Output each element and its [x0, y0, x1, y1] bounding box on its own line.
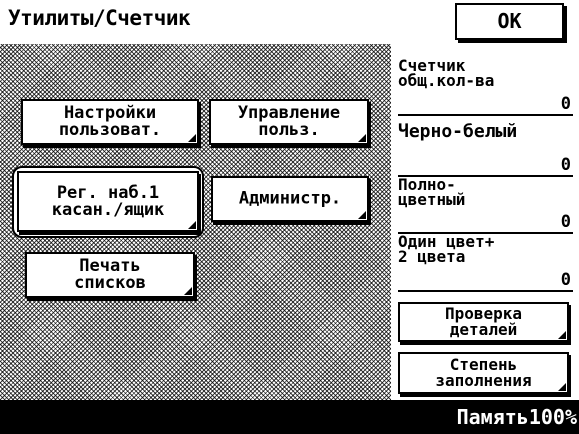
coverage-button[interactable]: Степень заполнения [398, 352, 569, 394]
title-bar: Утилиты/Счетчик OK [0, 0, 579, 44]
page-title: Утилиты/Счетчик [8, 6, 191, 30]
divider [398, 290, 573, 292]
divider [398, 114, 573, 116]
bw-counter-value: 0 [560, 155, 571, 175]
fullcolor-counter-label: Полно- цветный [398, 175, 466, 209]
total-counter-label: Счетчик общ.кол-ва [398, 56, 495, 90]
administrator-button[interactable]: Администр. [211, 176, 369, 222]
print-lists-label: Печать списков [74, 256, 146, 293]
administrator-label: Администр. [238, 188, 342, 209]
ok-button-label: OK [497, 9, 522, 33]
corner-mark-icon [188, 221, 196, 229]
corner-mark-icon [358, 134, 366, 142]
coverage-label: Степень заполнения [435, 355, 532, 390]
singlecolor-counter-value: 0 [560, 270, 571, 290]
check-details-label: Проверка деталей [444, 304, 523, 339]
corner-mark-icon [184, 287, 192, 295]
total-counter-value: 0 [560, 94, 571, 114]
memory-status: Память100% [456, 405, 577, 429]
status-bar: Память100% [0, 400, 579, 434]
user-settings-label: Настройки пользоват. [58, 103, 162, 140]
print-lists-button[interactable]: Печать списков [25, 252, 195, 298]
onetouch-box-label: Рег. наб.1 касан./ящик [51, 182, 165, 220]
fullcolor-counter-value: 0 [560, 212, 571, 232]
check-details-button[interactable]: Проверка деталей [398, 302, 569, 342]
onetouch-box-button[interactable]: Рег. наб.1 касан./ящик [17, 171, 199, 232]
user-management-button[interactable]: Управление польз. [209, 99, 369, 145]
corner-mark-icon [358, 211, 366, 219]
corner-mark-icon [558, 331, 566, 339]
counter-panel: Счетчик общ.кол-ва 0 Черно-белый 0 Полно… [391, 44, 579, 400]
corner-mark-icon [188, 134, 196, 142]
singlecolor-counter-label: Один цвет+ 2 цвета [398, 232, 495, 266]
user-management-label: Управление польз. [237, 103, 341, 140]
ok-button[interactable]: OK [455, 3, 564, 40]
corner-mark-icon [558, 383, 566, 391]
user-settings-button[interactable]: Настройки пользоват. [21, 99, 199, 145]
bw-counter-label: Черно-белый [398, 121, 518, 142]
